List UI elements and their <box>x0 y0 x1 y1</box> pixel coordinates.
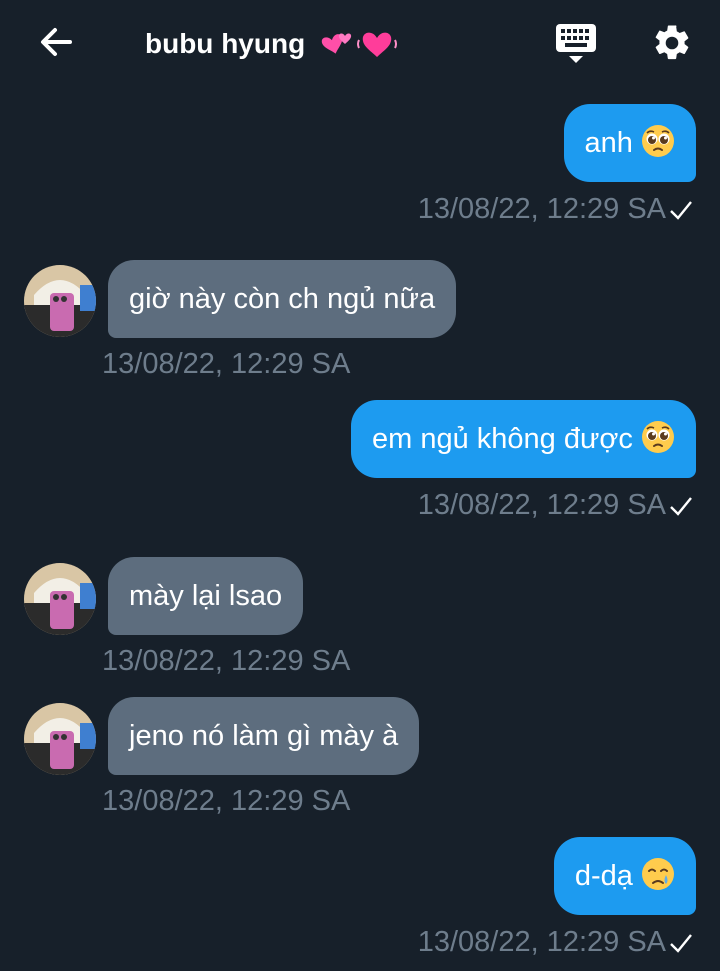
message-text: d-dạ <box>574 860 641 892</box>
message-timestamp: 13/08/22, 12:29 SA <box>417 193 666 225</box>
message-timestamp: 13/08/22, 12:29 SA <box>417 489 666 521</box>
settings-button[interactable] <box>651 22 693 64</box>
message-text: jeno nó làm gì mày à <box>129 720 399 752</box>
sent-check-icon <box>670 497 692 516</box>
crying-face-emoji <box>641 857 675 892</box>
title-hearts-emoji <box>321 24 397 67</box>
sent-check-icon <box>670 201 692 220</box>
message-bubble-incoming[interactable]: jeno nó làm gì mày à <box>108 697 420 775</box>
contact-avatar[interactable] <box>24 563 96 635</box>
contact-avatar[interactable] <box>24 265 96 337</box>
message-text: anh <box>584 127 641 159</box>
contact-name: bubu hyung <box>145 27 306 59</box>
message-timestamp: 13/08/22, 12:29 SA <box>102 348 351 380</box>
message-timestamp: 13/08/22, 12:29 SA <box>102 645 351 677</box>
message-text: em ngủ không được <box>372 423 641 455</box>
pleading-face-emoji <box>641 124 675 159</box>
message-bubble-outgoing[interactable]: d-dạ <box>553 837 696 915</box>
keyboard-icon <box>556 24 596 63</box>
message-timestamp: 13/08/22, 12:29 SA <box>417 926 666 958</box>
contact-avatar[interactable] <box>24 703 96 775</box>
message-bubble-outgoing[interactable]: anh <box>563 104 696 182</box>
message-timestamp: 13/08/22, 12:29 SA <box>102 785 351 817</box>
message-bubble-incoming[interactable]: giờ này còn ch ngủ nữa <box>108 260 457 338</box>
message-bubble-incoming[interactable]: mày lại lsao <box>108 557 304 635</box>
sent-check-icon <box>670 934 692 953</box>
pleading-face-emoji <box>641 420 675 455</box>
conversation-title[interactable]: bubu hyung <box>145 24 397 67</box>
gear-icon <box>655 25 689 60</box>
message-text: giờ này còn ch ngủ nữa <box>129 283 436 315</box>
arrow-left-icon <box>41 28 72 56</box>
keyboard-button[interactable] <box>555 22 597 64</box>
chat-header: bubu hyung <box>0 0 720 88</box>
message-text: mày lại lsao <box>129 580 283 612</box>
back-button[interactable] <box>36 22 76 62</box>
message-bubble-outgoing[interactable]: em ngủ không được <box>351 400 696 478</box>
